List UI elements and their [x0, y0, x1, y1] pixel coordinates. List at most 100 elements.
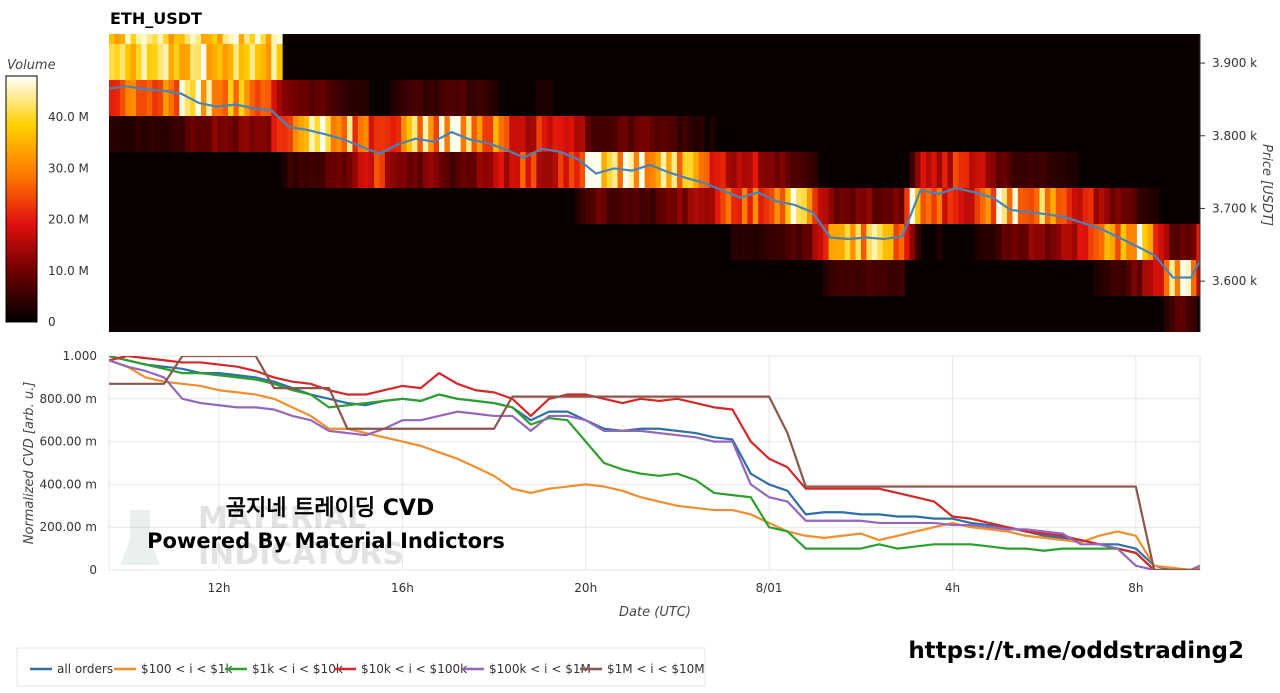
- heatmap-cell: [714, 152, 721, 188]
- heatmap-cell: [752, 224, 759, 260]
- heatmap-cell: [617, 188, 624, 224]
- heatmap-cell: [211, 80, 218, 116]
- heatmap-cell: [1093, 224, 1100, 260]
- heatmap-cell: [471, 116, 478, 152]
- legend-entry-label[interactable]: $100k < i < $1M: [489, 662, 591, 676]
- heatmap-cell: [677, 188, 683, 224]
- heatmap-cell: [812, 224, 819, 260]
- heatmap-cell: [444, 152, 451, 188]
- heatmap-cell: [1023, 152, 1030, 188]
- cvd-x-ticks: 12h 16h 20h 8/01 4h 8h: [208, 581, 1144, 595]
- heatmap-cell: [1055, 152, 1062, 188]
- heatmap-cell: [720, 188, 727, 224]
- heatmap-cell: [1028, 152, 1035, 188]
- heatmap-cell: [985, 152, 992, 188]
- heatmap-cell: [687, 188, 694, 224]
- heatmap-cell: [493, 152, 500, 188]
- heatmap-cell: [882, 188, 889, 224]
- heatmap-cell: [660, 116, 667, 152]
- heatmap-cell: [228, 116, 234, 152]
- heatmap-cell: [1055, 224, 1062, 260]
- heatmap-cell: [558, 116, 564, 152]
- heatmap-cell: [1039, 224, 1046, 260]
- heatmap-cell: [817, 224, 824, 260]
- legend-entry-label[interactable]: $1M < i < $10M: [607, 662, 705, 676]
- heatmap-cell: [471, 80, 478, 116]
- heatmap-cell: [520, 116, 527, 152]
- heatmap-cell: [655, 188, 662, 224]
- heatmap-cell: [628, 116, 635, 152]
- heatmap-cell: [330, 116, 337, 152]
- heatmap-cell: [292, 80, 299, 116]
- heatmap-cell: [844, 188, 851, 224]
- heatmap-cell: [682, 116, 689, 152]
- heatmap-cell: [796, 152, 802, 188]
- heatmap-cell: [796, 224, 802, 260]
- heatmap-cell: [931, 152, 938, 188]
- heatmap-cell: [774, 188, 781, 224]
- heatmap-cell: [476, 116, 483, 152]
- heatmap-cell: [552, 152, 559, 188]
- heatmap-cell: [1180, 224, 1187, 260]
- heatmap-cell: [888, 188, 894, 224]
- heatmap-cell: [866, 224, 873, 260]
- heatmap-cell: [839, 224, 846, 260]
- heatmap-cell: [785, 188, 792, 224]
- heatmap-cell: [920, 152, 927, 188]
- heatmap-cell: [774, 224, 781, 260]
- heatmap-cell: [309, 116, 316, 152]
- heatmap-cell: [1104, 224, 1111, 260]
- heatmap-cell: [882, 224, 889, 260]
- heatmap-cell: [860, 260, 867, 296]
- heatmap-cell: [395, 152, 402, 188]
- heatmap-cell: [942, 152, 949, 188]
- heatmap-cell: [1136, 260, 1143, 296]
- heatmap-cell: [265, 34, 272, 44]
- heatmap-cell: [850, 260, 857, 296]
- heatmap-cell: [990, 188, 997, 224]
- heatmap-cell: [271, 116, 278, 152]
- colorbar-tick-label: 30.0 M: [48, 161, 89, 175]
- legend-entry-label[interactable]: $10k < i < $100k: [361, 662, 467, 676]
- heatmap-cell: [1153, 260, 1160, 296]
- heatmap-cell: [222, 34, 229, 44]
- legend-entry-label[interactable]: $100 < i < $1k: [141, 662, 233, 676]
- heatmap-cell: [428, 152, 435, 188]
- heatmap-cell: [758, 224, 765, 260]
- heatmap-cell: [1044, 224, 1051, 260]
- heatmap-cell: [384, 152, 391, 188]
- heatmap-cell: [233, 80, 240, 116]
- heatmap-cell: [1012, 224, 1019, 260]
- heatmap-cell: [595, 188, 602, 224]
- heatmap-cell: [698, 188, 705, 224]
- cvd-y-axis-label: Normalized CVD [arb. u.]: [22, 382, 37, 545]
- heatmap-cell: [352, 80, 359, 116]
- heatmap-cell: [163, 44, 170, 80]
- legend-entry-label[interactable]: $1k < i < $10k: [252, 662, 343, 676]
- heatmap-cell: [806, 224, 813, 260]
- heatmap-cell: [233, 34, 240, 44]
- heatmap-cell: [1131, 224, 1138, 260]
- heatmap-cell: [666, 188, 673, 224]
- heatmap-cell: [211, 44, 218, 80]
- heatmap-cell: [1012, 188, 1019, 224]
- heatmap-cell: [1001, 224, 1008, 260]
- heatmap-cell: [590, 188, 597, 224]
- heatmap-cell: [249, 80, 256, 116]
- heatmap-cell: [184, 116, 191, 152]
- heatmap-cell: [617, 116, 624, 152]
- heatmap-cell: [536, 116, 543, 152]
- heatmap-cell: [125, 44, 132, 80]
- telegram-link[interactable]: https://t.me/oddstrading2: [908, 638, 1244, 664]
- heatmap-cell: [298, 80, 305, 116]
- heatmap-cell: [1093, 260, 1100, 296]
- colorbar-tick-label: 20.0 M: [48, 213, 89, 227]
- heatmap-cell: [1044, 188, 1051, 224]
- heatmap-cell: [823, 188, 830, 224]
- legend-entry-label[interactable]: all orders: [57, 662, 113, 676]
- heatmap-cell: [428, 116, 435, 152]
- cvd-x-tick-label: 20h: [574, 581, 597, 595]
- heatmap-cell: [455, 152, 462, 188]
- heatmap-cell: [1066, 152, 1073, 188]
- heatmap-cell: [541, 152, 548, 188]
